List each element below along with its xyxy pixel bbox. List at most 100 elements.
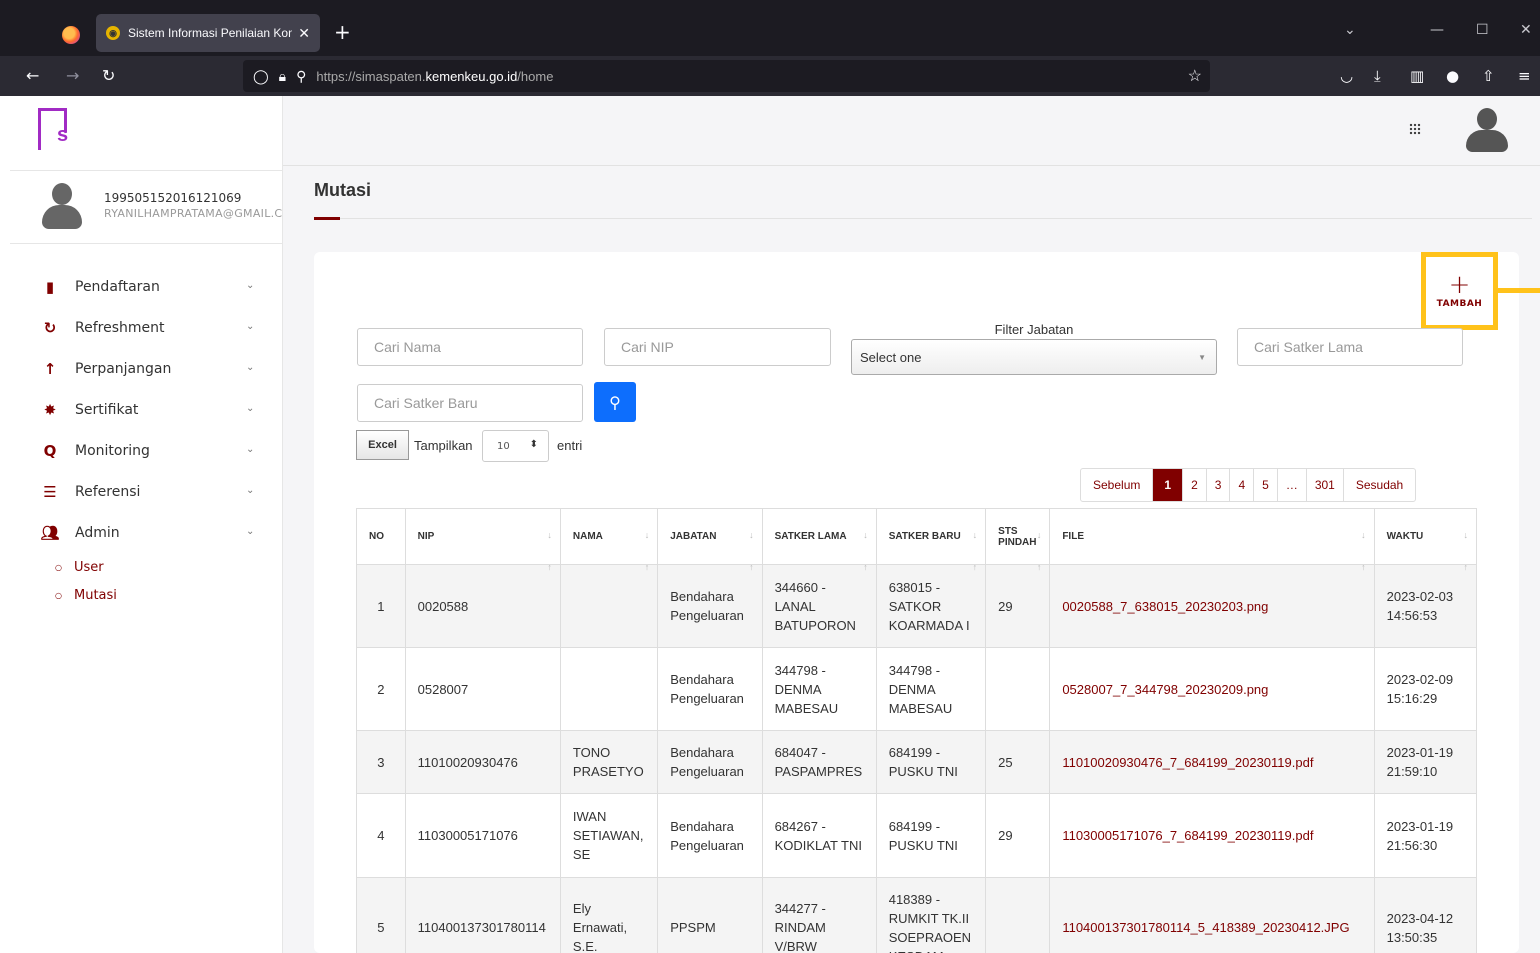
col-header-file[interactable]: FILE ↓ ↑ bbox=[1049, 508, 1375, 572]
url-bar[interactable]: ◯ 🔒︎ ⚲ https://simaspaten.kemenkeu.go.id… bbox=[243, 60, 1210, 92]
caret-down-icon: ▼ bbox=[1198, 353, 1206, 362]
app-logo-letter: s bbox=[57, 124, 69, 146]
page-5[interactable]: 5 bbox=[1254, 469, 1278, 501]
plus-icon: + bbox=[1448, 270, 1471, 300]
cell-nama bbox=[559, 564, 659, 648]
sidebar-item-label: Referensi bbox=[75, 483, 141, 500]
cari-nama-input[interactable]: Cari Nama bbox=[357, 328, 583, 366]
extensions-icon[interactable]: ⇧ bbox=[1482, 67, 1495, 85]
window-close-icon[interactable]: ✕ bbox=[1520, 22, 1532, 38]
pagination: Sebelum 1 2 3 4 5 … 301 Sesudah bbox=[1080, 468, 1417, 502]
cell-nip: 0528007 bbox=[404, 647, 561, 731]
downloads-icon[interactable]: ⤓ bbox=[1374, 67, 1381, 85]
pocket-icon[interactable]: ◡ bbox=[1340, 67, 1353, 85]
cell-file-link[interactable]: 110400137301780114_5_418389_20230412.JPG bbox=[1049, 877, 1375, 953]
cell-file-link[interactable]: 11010020930476_7_684199_20230119.pdf bbox=[1049, 730, 1375, 794]
mutasi-table: NO NIP ↓ ↑ NAMA ↓ ↑ JABATAN ↓ ↑ SATKER LAMA ↓ ↑ … bbox=[356, 508, 1477, 953]
certificate-icon: ✸ bbox=[43, 400, 57, 419]
firefox-icon[interactable] bbox=[62, 26, 80, 44]
updown-icon: ⬍ bbox=[529, 439, 538, 450]
page-next[interactable]: Sesudah bbox=[1344, 469, 1415, 501]
apps-grid-icon[interactable] bbox=[1409, 123, 1421, 135]
cell-file-link[interactable]: 11030005171076_7_684199_20230119.pdf bbox=[1049, 793, 1375, 878]
page-2[interactable]: 2 bbox=[1183, 469, 1207, 501]
col-header-nama[interactable]: NAMA ↓ ↑ bbox=[559, 508, 659, 572]
cell-jabatan: Bendahara Pengeluaran bbox=[657, 793, 763, 878]
back-icon[interactable]: ← bbox=[26, 66, 39, 85]
col-header-nip[interactable]: NIP ↓ ↑ bbox=[404, 508, 561, 572]
sidebar-item-referensi[interactable]: ☰ Referensi ⌄ bbox=[10, 471, 283, 512]
maximize-icon[interactable]: ☐ bbox=[1476, 22, 1489, 38]
cari-satker-baru-input[interactable]: Cari Satker Baru bbox=[357, 384, 583, 422]
chevron-down-icon: ⌄ bbox=[246, 362, 255, 373]
cari-nip-input[interactable]: Cari NIP bbox=[604, 328, 831, 366]
col-header-waktu[interactable]: WAKTU ↓ ↑ bbox=[1373, 508, 1477, 572]
bookmark-star-icon[interactable]: ☆ bbox=[1188, 66, 1202, 86]
sidebar-toggle-icon[interactable]: ▥ bbox=[1410, 67, 1424, 85]
sort-icon: ↓ ↑ bbox=[1036, 530, 1042, 572]
sidebar-item-label: Pendaftaran bbox=[75, 278, 160, 295]
page-1[interactable]: 1 bbox=[1153, 469, 1184, 501]
sidebar-subitem-mutasi[interactable]: ○ Mutasi bbox=[55, 581, 283, 609]
cell-sts-pindah bbox=[985, 877, 1051, 953]
col-header-no[interactable]: NO bbox=[356, 508, 406, 565]
cell-satker-lama: 344277 - RINDAM V/BRW bbox=[761, 877, 877, 953]
menu-icon[interactable]: ≡ bbox=[1518, 67, 1531, 85]
sidebar-item-admin[interactable]: 👥︎ Admin ⌄ bbox=[10, 512, 283, 553]
profile-avatar-icon[interactable] bbox=[1466, 108, 1508, 152]
bullet-icon: ○ bbox=[55, 562, 62, 572]
sidebar-item-pendaftaran[interactable]: ▮ Pendaftaran ⌄ bbox=[10, 266, 283, 307]
sidebar-subitem-user[interactable]: ○ User bbox=[55, 553, 283, 581]
page-length-select[interactable]: 10 ⬍ bbox=[482, 430, 549, 462]
col-header-sts-pindah[interactable]: STS PINDAH ↓ ↑ bbox=[985, 508, 1051, 572]
cell-sts-pindah: 25 bbox=[985, 730, 1051, 794]
sidebar-item-label: Perpanjangan bbox=[75, 360, 172, 377]
minimize-icon[interactable]: — bbox=[1430, 22, 1444, 38]
cell-waktu: 2023-04-12 13:50:35 bbox=[1373, 877, 1477, 953]
cell-satker-baru: 418389 - RUMKIT TK.II SOEPRAOEN KESDAM bbox=[875, 877, 987, 953]
cell-nip: 0020588 bbox=[404, 564, 561, 648]
cell-file-link[interactable]: 0020588_7_638015_20230203.png bbox=[1049, 564, 1375, 648]
shield-icon[interactable]: ◯ bbox=[253, 68, 269, 85]
tab-list-icon[interactable]: ⌄ bbox=[1344, 22, 1356, 38]
lock-icon[interactable]: 🔒︎ bbox=[279, 68, 286, 85]
close-tab-icon[interactable]: ✕ bbox=[298, 25, 310, 42]
page-4[interactable]: 4 bbox=[1230, 469, 1255, 501]
filter-jabatan-select[interactable]: Select one ▼ bbox=[851, 339, 1217, 375]
cell-jabatan: Bendahara Pengeluaran bbox=[657, 730, 763, 794]
new-tab-icon[interactable]: + bbox=[334, 22, 351, 42]
col-header-jabatan[interactable]: JABATAN ↓ ↑ bbox=[657, 508, 763, 572]
cari-satker-lama-input[interactable]: Cari Satker Lama bbox=[1237, 328, 1463, 366]
tambah-button[interactable]: + TAMBAH bbox=[1421, 252, 1498, 330]
sidebar-item-label: Admin bbox=[75, 524, 120, 541]
chevron-down-icon: ⌄ bbox=[246, 485, 255, 496]
forward-icon[interactable]: → bbox=[66, 66, 79, 85]
col-header-satker-lama[interactable]: SATKER LAMA ↓ ↑ bbox=[761, 508, 877, 572]
excel-button[interactable]: Excel bbox=[356, 430, 409, 460]
sidebar-item-label: Refreshment bbox=[75, 319, 165, 336]
permissions-icon[interactable]: ⚲ bbox=[296, 68, 306, 85]
browser-tab[interactable]: ◉ Sistem Informasi Penilaian Kom ✕ bbox=[96, 14, 320, 52]
page-prev[interactable]: Sebelum bbox=[1081, 469, 1154, 501]
col-header-satker-baru[interactable]: SATKER BARU ↓ ↑ bbox=[875, 508, 987, 572]
sidebar-item-monitoring[interactable]: Q Monitoring ⌄ bbox=[10, 430, 283, 471]
account-icon[interactable]: ● bbox=[1446, 67, 1459, 85]
page-last[interactable]: 301 bbox=[1307, 469, 1344, 501]
app-viewport: s 199505152016121069 RYANILHAMPRATAMA@GM… bbox=[10, 96, 1540, 953]
search-button[interactable]: ⚲ bbox=[594, 382, 636, 422]
filter-jabatan-label: Filter Jabatan bbox=[994, 322, 1074, 337]
page-3[interactable]: 3 bbox=[1207, 469, 1231, 501]
cell-satker-baru: 684199 - PUSKU TNI bbox=[875, 730, 987, 794]
sidebar-item-sertifikat[interactable]: ✸ Sertifikat ⌄ bbox=[10, 389, 283, 430]
sort-icon: ↓ ↑ bbox=[972, 530, 978, 572]
url-text[interactable]: https://simaspaten.kemenkeu.go.id/home bbox=[316, 69, 553, 84]
cell-no: 3 bbox=[356, 730, 406, 794]
tambah-label: TAMBAH bbox=[1436, 299, 1483, 309]
sidebar-item-perpanjangan[interactable]: ↑ Perpanjangan ⌄ bbox=[10, 348, 283, 389]
chevron-down-icon: ⌄ bbox=[246, 526, 255, 537]
cell-nama bbox=[559, 647, 659, 731]
sidebar-item-refreshment[interactable]: ↻ Refreshment ⌄ bbox=[10, 307, 283, 348]
cell-file-link[interactable]: 0528007_7_344798_20230209.png bbox=[1049, 647, 1375, 731]
chevron-down-icon: ⌄ bbox=[246, 321, 255, 332]
reload-icon[interactable]: ↻ bbox=[102, 66, 115, 85]
